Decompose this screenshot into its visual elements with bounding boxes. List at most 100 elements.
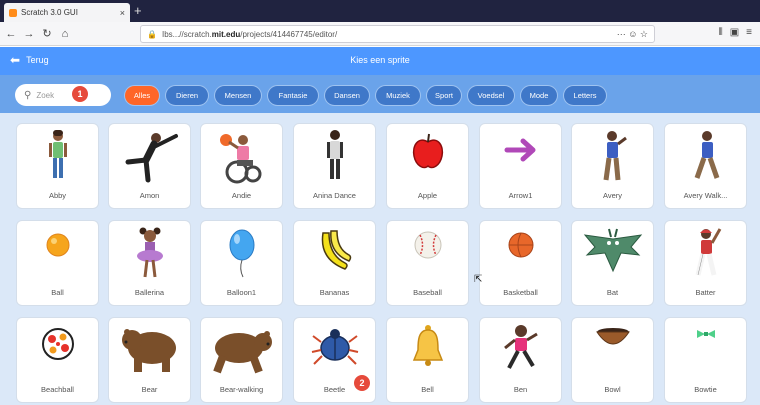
sprite-label: Avery Walk... <box>683 191 728 200</box>
bananas-icon <box>321 230 351 270</box>
sprite-card-bowtie[interactable]: Bowtie <box>664 317 747 403</box>
sprite-card-avery[interactable]: Avery <box>571 123 654 209</box>
sprite-grid: Abby Amon Andie Anina Dance Apple Arrow1… <box>0 113 760 405</box>
sprite-label: Batter <box>695 288 716 297</box>
sprite-label: Anina Dance <box>313 191 356 200</box>
filter-letters[interactable]: Letters <box>564 86 606 105</box>
sprite-card-beachball[interactable]: Beachball <box>16 317 99 403</box>
sprite-card-amon[interactable]: Amon <box>108 123 191 209</box>
sprite-card-ben[interactable]: Ben <box>479 317 562 403</box>
search-placeholder: Zoek <box>36 90 55 100</box>
sprite-card-arrow1[interactable]: Arrow1 <box>479 123 562 209</box>
ben-icon <box>503 325 538 369</box>
library-header: ⬅ Terug Kies een sprite <box>0 47 760 75</box>
sprite-card-anina-dance[interactable]: Anina Dance <box>293 123 376 209</box>
sprite-label: Ballerina <box>134 288 165 297</box>
callout-marker-2: 2 <box>354 375 370 391</box>
address-bar-actions[interactable]: ··· ☺ ☆ <box>617 29 648 40</box>
sprite-card-batter[interactable]: Batter <box>664 220 747 306</box>
bat-icon <box>583 228 642 273</box>
menu-icon[interactable]: ≡ <box>746 27 752 38</box>
sprite-label: Basketball <box>503 288 538 297</box>
bowl-icon <box>595 328 630 345</box>
browser-nav-bar: ← → ↻ ⌂ 🔒 Ibs...//scratch.mit.edu/projec… <box>0 22 760 46</box>
batter-icon <box>695 228 721 276</box>
filter-dansen[interactable]: Dansen <box>325 86 369 105</box>
scratch-favicon-icon <box>9 8 17 17</box>
sprite-card-ballerina[interactable]: Ballerina <box>108 220 191 306</box>
sprite-label: Bat <box>606 288 619 297</box>
library-title: Kies een sprite <box>350 55 410 65</box>
bell-icon <box>412 325 443 366</box>
sprite-card-basketball[interactable]: Basketball <box>479 220 562 306</box>
ballerina-icon <box>136 227 163 278</box>
sprite-label: Beachball <box>41 385 74 394</box>
sprite-label: Arrow1 <box>508 191 533 200</box>
bowtie-icon <box>696 330 715 338</box>
sprite-card-avery-walking[interactable]: Avery Walk... <box>664 123 747 209</box>
browser-tab-title: Scratch 3.0 GUI <box>21 8 78 17</box>
sprite-label: Amon <box>139 191 160 200</box>
avery-walking-icon <box>694 131 719 179</box>
sprite-label: Apple <box>417 191 438 200</box>
sprite-card-bananas[interactable]: Bananas <box>293 220 376 306</box>
sprite-label: Bananas <box>319 288 350 297</box>
sidebar-icon[interactable]: ▣ <box>730 27 739 38</box>
andie-icon <box>219 134 261 184</box>
sprite-label: Andie <box>231 191 252 200</box>
apple-icon <box>412 133 443 169</box>
browser-tab[interactable]: Scratch 3.0 GUI × <box>4 3 130 22</box>
sprite-card-bear[interactable]: Bear <box>108 317 191 403</box>
filter-voedsel[interactable]: Voedsel <box>468 86 514 105</box>
ball-icon <box>46 233 69 257</box>
beetle-icon <box>311 329 358 365</box>
home-icon[interactable]: ⌂ <box>58 28 72 40</box>
url-text: Ibs...//scratch.mit.edu/projects/4144677… <box>161 29 338 39</box>
filter-alles[interactable]: Alles <box>125 86 159 105</box>
sprite-label: Ben <box>513 385 528 394</box>
close-tab-icon[interactable]: × <box>120 8 125 18</box>
new-tab-icon[interactable]: + <box>134 3 142 19</box>
filter-dieren[interactable]: Dieren <box>166 86 208 105</box>
balloon-icon <box>229 229 254 278</box>
library-icon[interactable]: ⫴ <box>719 27 723 38</box>
avery-icon <box>603 131 627 181</box>
sprite-label: Bell <box>421 385 434 394</box>
sprite-label: Baseball <box>413 288 442 297</box>
filter-mode[interactable]: Mode <box>521 86 557 105</box>
sprite-card-bowl[interactable]: Bowl <box>571 317 654 403</box>
back-arrow-icon[interactable]: ← <box>4 28 18 40</box>
sprite-card-andie[interactable]: Andie <box>200 123 283 209</box>
sprite-card-bell[interactable]: Bell <box>386 317 469 403</box>
browser-tab-bar: Scratch 3.0 GUI × + <box>0 0 760 22</box>
browser-toolbar-icons: ⫴ ▣ ≡ <box>719 27 753 38</box>
sprite-card-bear-walking[interactable]: Bear-walking <box>200 317 283 403</box>
sprite-label: Bear-walking <box>219 385 264 394</box>
filter-bar: ⚲ Zoek 1 Alles Dieren Mensen Fantasie Da… <box>0 75 760 113</box>
callout-marker-1: 1 <box>72 86 88 102</box>
sprite-card-bat[interactable]: Bat <box>571 220 654 306</box>
sprite-label: Balloon1 <box>226 288 257 297</box>
sprite-card-beetle[interactable]: Beetle 2 <box>293 317 376 403</box>
sprite-card-ball[interactable]: Ball <box>16 220 99 306</box>
sprite-label: Avery <box>602 191 623 200</box>
sprite-label: Abby <box>48 191 67 200</box>
sprite-card-baseball[interactable]: Baseball <box>386 220 469 306</box>
sprite-card-abby[interactable]: Abby <box>16 123 99 209</box>
sprite-label: Ball <box>51 288 64 297</box>
bear-icon <box>121 329 176 372</box>
sprite-card-balloon1[interactable]: Balloon1 <box>200 220 283 306</box>
lock-icon: 🔒 <box>147 29 157 39</box>
mouse-cursor-icon: ⇱ <box>474 274 483 285</box>
address-bar[interactable]: 🔒 Ibs...//scratch.mit.edu/projects/41446… <box>140 25 655 43</box>
reload-icon[interactable]: ↻ <box>40 27 54 40</box>
abby-icon <box>48 130 67 178</box>
filter-fantasie[interactable]: Fantasie <box>268 86 318 105</box>
sprite-card-apple[interactable]: Apple <box>386 123 469 209</box>
filter-mensen[interactable]: Mensen <box>215 86 261 105</box>
anina-dance-icon <box>326 130 343 179</box>
forward-arrow-icon[interactable]: → <box>22 28 36 40</box>
filter-sport[interactable]: Sport <box>427 86 461 105</box>
filter-muziek[interactable]: Muziek <box>376 86 420 105</box>
search-input[interactable]: ⚲ Zoek <box>15 84 111 106</box>
